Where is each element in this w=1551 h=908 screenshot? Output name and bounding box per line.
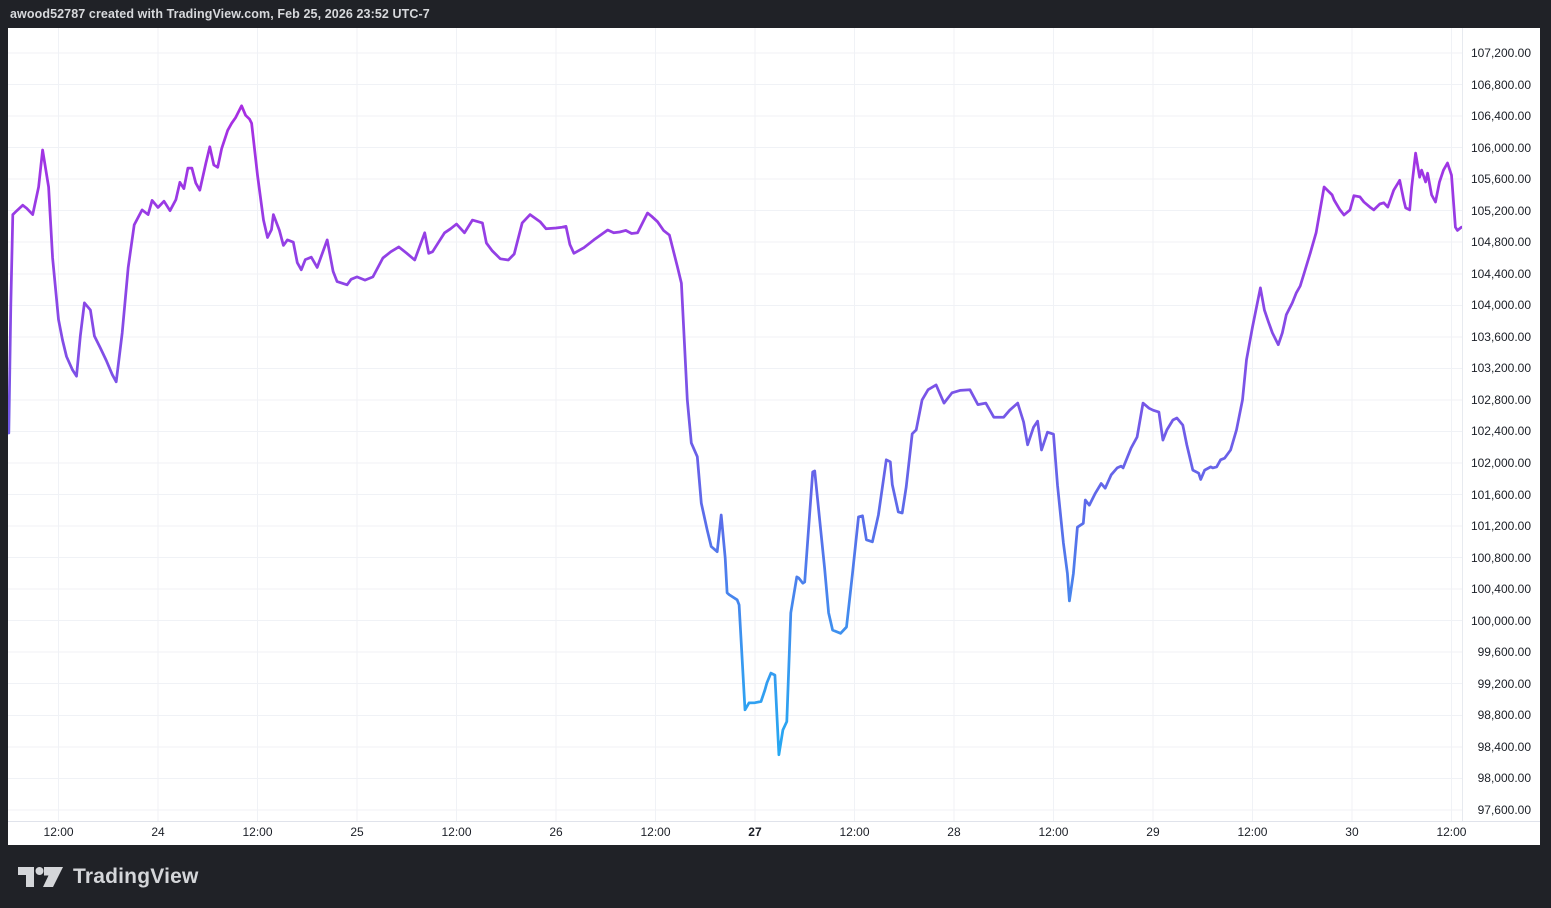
price-tick-label: 101,600.00 xyxy=(1471,487,1531,503)
time-tick-label: 29 xyxy=(1123,825,1183,839)
price-tick-label: 104,800.00 xyxy=(1471,234,1531,250)
attribution-bar: awood52787 created with TradingView.com,… xyxy=(0,0,1551,28)
price-tick-label: 105,600.00 xyxy=(1471,171,1531,187)
price-tick-label: 100,400.00 xyxy=(1471,581,1531,597)
time-tick-label: 12:00 xyxy=(29,825,89,839)
attribution-text: awood52787 created with TradingView.com,… xyxy=(0,7,430,21)
price-tick-label: 99,200.00 xyxy=(1478,676,1531,692)
price-tick-label: 98,800.00 xyxy=(1478,707,1531,723)
tradingview-logo[interactable]: TradingView xyxy=(18,863,199,891)
price-tick-label: 103,200.00 xyxy=(1471,360,1531,376)
price-tick-label: 104,400.00 xyxy=(1471,266,1531,282)
price-tick-label: 100,000.00 xyxy=(1471,613,1531,629)
time-tick-label: 27 xyxy=(725,825,785,839)
price-tick-label: 102,400.00 xyxy=(1471,423,1531,439)
price-tick-label: 98,000.00 xyxy=(1478,770,1531,786)
time-tick-label: 25 xyxy=(327,825,387,839)
price-tick-label: 106,800.00 xyxy=(1471,77,1531,93)
time-tick-label: 12:00 xyxy=(824,825,884,839)
price-tick-label: 106,400.00 xyxy=(1471,108,1531,124)
tradingview-snapshot-window: awood52787 created with TradingView.com,… xyxy=(0,0,1551,908)
time-tick-label: 12:00 xyxy=(1222,825,1282,839)
time-tick-label: 12:00 xyxy=(1421,825,1481,839)
price-tick-label: 102,000.00 xyxy=(1471,455,1531,471)
tradingview-logo-text: TradingView xyxy=(73,865,199,889)
price-tick-label: 98,400.00 xyxy=(1478,739,1531,755)
price-tick-label: 105,200.00 xyxy=(1471,203,1531,219)
left-edge-strip xyxy=(0,28,8,845)
chart-area[interactable]: 107,200.00 106,800.00 106,400.00 106,000.00… xyxy=(0,28,1551,845)
footer-bar: TradingView xyxy=(0,845,1551,908)
price-scale[interactable]: 107,200.00 106,800.00 106,400.00 106,000.00… xyxy=(1462,28,1541,821)
time-tick-label: 30 xyxy=(1322,825,1382,839)
time-tick-label: 28 xyxy=(924,825,984,839)
time-tick-label: 12:00 xyxy=(427,825,487,839)
time-scale[interactable]: 12:00 24 12:00 25 12:00 26 12:00 27 12:00 28 12:00… xyxy=(0,821,1540,846)
price-tick-label: 99,600.00 xyxy=(1478,644,1531,660)
price-chart-plot[interactable] xyxy=(8,28,1462,821)
price-tick-label: 97,600.00 xyxy=(1478,802,1531,818)
price-tick-label: 104,000.00 xyxy=(1471,297,1531,313)
right-edge-strip xyxy=(1540,28,1551,845)
price-tick-label: 107,200.00 xyxy=(1471,45,1531,61)
price-line xyxy=(9,106,1462,755)
price-tick-label: 106,000.00 xyxy=(1471,140,1531,156)
time-tick-label: 24 xyxy=(128,825,188,839)
time-tick-label: 12:00 xyxy=(626,825,686,839)
tradingview-logo-icon xyxy=(18,863,64,891)
time-tick-label: 12:00 xyxy=(228,825,288,839)
price-tick-label: 101,200.00 xyxy=(1471,518,1531,534)
price-tick-label: 103,600.00 xyxy=(1471,329,1531,345)
time-tick-label: 26 xyxy=(526,825,586,839)
price-tick-label: 102,800.00 xyxy=(1471,392,1531,408)
time-tick-label: 12:00 xyxy=(1023,825,1083,839)
price-tick-label: 100,800.00 xyxy=(1471,550,1531,566)
